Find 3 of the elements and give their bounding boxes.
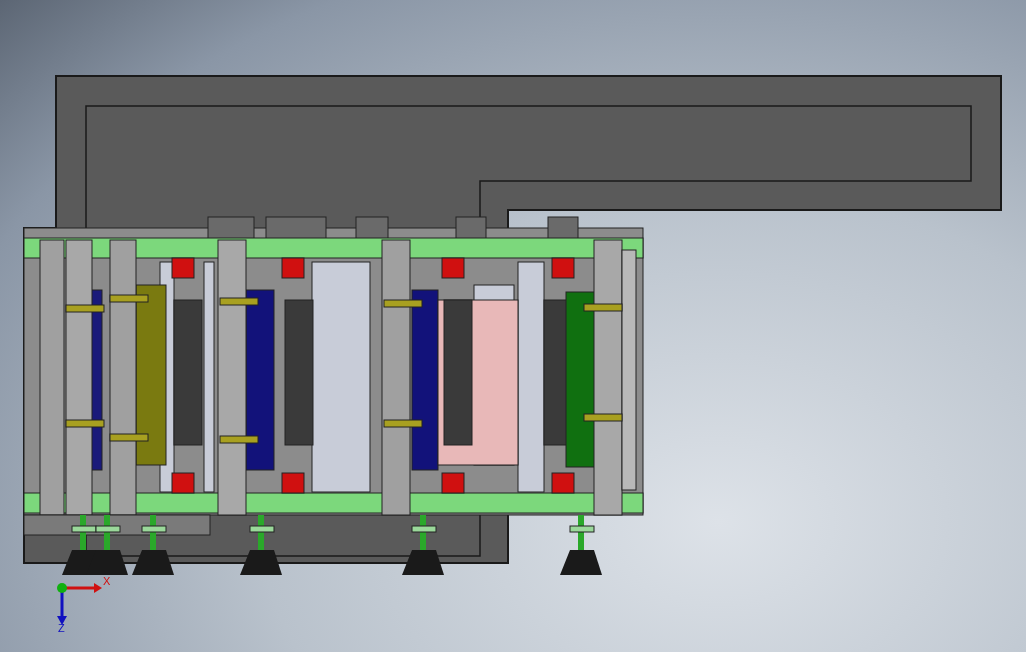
z-axis-label: Z	[58, 623, 65, 634]
axis-triad-drawing	[57, 583, 102, 625]
x-axis-label: X	[103, 576, 111, 587]
